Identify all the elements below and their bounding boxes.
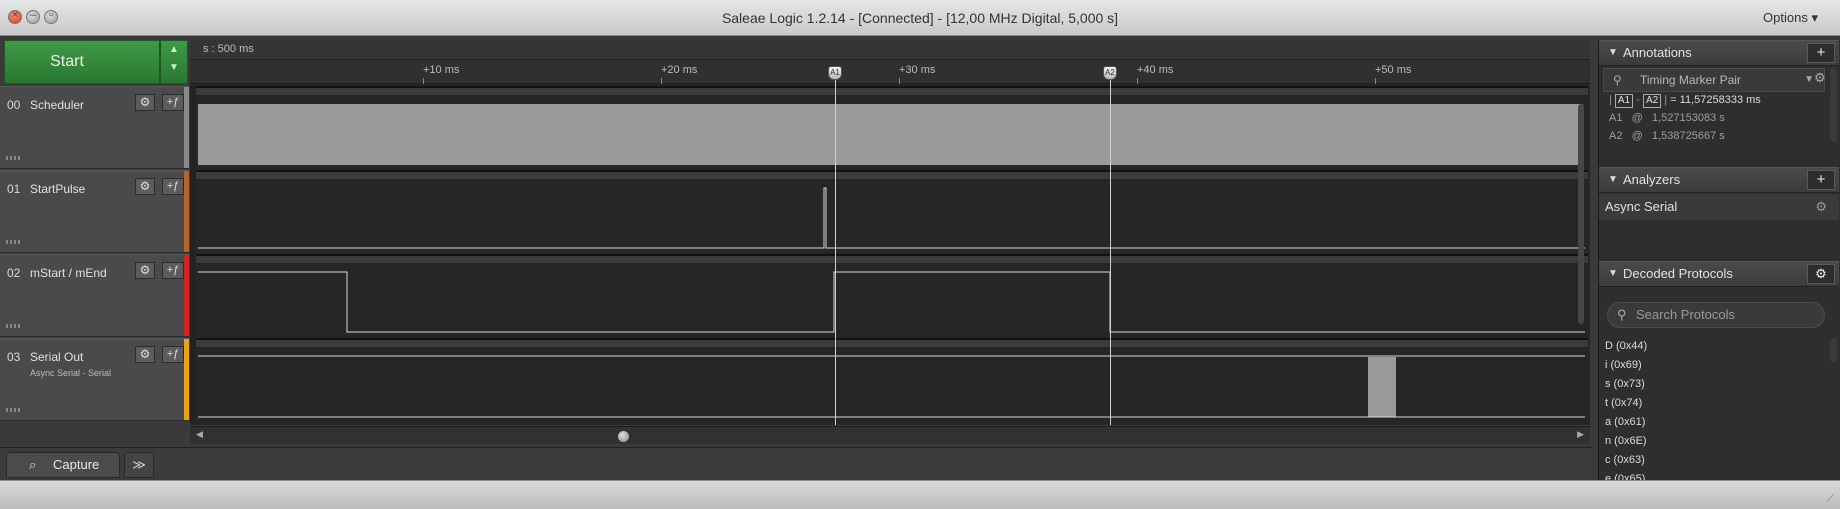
a1-value: 1,527153083 s bbox=[1651, 112, 1725, 124]
serial-data-burst bbox=[1368, 357, 1396, 417]
a2-at: @ bbox=[1631, 130, 1643, 142]
resize-grip-icon[interactable]: ⟋ bbox=[1826, 493, 1834, 506]
marker-a1[interactable]: A1 bbox=[828, 66, 842, 80]
analyzer-item[interactable]: Async Serial ⚙ bbox=[1599, 194, 1839, 220]
list-item[interactable]: n (0x6E) bbox=[1599, 432, 1829, 451]
scroll-thumb[interactable] bbox=[617, 430, 630, 443]
analyzers-header[interactable]: ▼ Analyzers + bbox=[1599, 167, 1839, 193]
list-item[interactable]: D (0x44) bbox=[1599, 337, 1829, 356]
a2-label: A2 bbox=[1609, 130, 1623, 142]
add-annotation-button[interactable]: + bbox=[1807, 43, 1835, 63]
scheduler-signal bbox=[198, 104, 1583, 165]
list-item[interactable]: c (0x63) bbox=[1599, 451, 1829, 470]
decoded-protocols-header[interactable]: ▼ Decoded Protocols ⚙ bbox=[1599, 261, 1839, 287]
search-protocols-input[interactable]: ⚲ Search Protocols bbox=[1607, 302, 1825, 328]
a2-time: A2 @ 1,538725667 s bbox=[1599, 130, 1839, 142]
list-item[interactable]: t (0x74) bbox=[1599, 394, 1829, 413]
protocols-scrollbar[interactable] bbox=[1830, 338, 1837, 362]
capture-search-icon: ⌕ bbox=[29, 457, 37, 472]
marker-a1-line[interactable] bbox=[835, 80, 836, 425]
delta-value: = 11,57258333 ms bbox=[1670, 94, 1761, 106]
analyzer-gear-icon[interactable]: ⚙ bbox=[1815, 194, 1827, 220]
annotations-scrollbar[interactable] bbox=[1830, 68, 1837, 142]
marker-a2-line[interactable] bbox=[1110, 80, 1111, 425]
decoded-protocols-title: Decoded Protocols bbox=[1623, 266, 1733, 281]
list-item[interactable]: e (0x65) bbox=[1599, 470, 1829, 480]
search-placeholder: Search Protocols bbox=[1636, 307, 1735, 322]
a2-value: 1,538725667 s bbox=[1651, 130, 1725, 142]
annotations-title: Annotations bbox=[1623, 45, 1692, 60]
delta-label-a: A1 bbox=[1614, 94, 1634, 108]
mstart-mend-signal bbox=[198, 271, 1585, 333]
horizontal-scrollbar[interactable]: ◀ ▶ bbox=[190, 426, 1590, 444]
a1-label: A1 bbox=[1609, 112, 1623, 124]
list-item[interactable]: i (0x69) bbox=[1599, 356, 1829, 375]
search-icon: ⚲ bbox=[1617, 307, 1627, 322]
list-item[interactable]: a (0x61) bbox=[1599, 413, 1829, 432]
analyzers-title: Analyzers bbox=[1623, 172, 1681, 187]
a1-at: @ bbox=[1631, 112, 1643, 124]
capture-tab-label: Capture bbox=[53, 457, 100, 472]
delta-measurement: | A1 - A2 | = 11,57258333 ms bbox=[1609, 94, 1761, 108]
add-analyzer-button[interactable]: + bbox=[1807, 170, 1835, 190]
startpulse-signal bbox=[198, 187, 1585, 249]
status-bar: ⟋ bbox=[0, 480, 1840, 509]
marker-pair-label: Timing Marker Pair bbox=[1640, 73, 1741, 87]
decoded-settings-gear-icon[interactable]: ⚙ bbox=[1807, 264, 1835, 284]
pin-icon: ⚲ bbox=[1613, 73, 1622, 87]
analyzer-name: Async Serial bbox=[1605, 199, 1678, 214]
a1-time: A1 @ 1,527153083 s bbox=[1599, 112, 1839, 124]
collapse-triangle-icon[interactable]: ▼ bbox=[1608, 41, 1618, 65]
marker-pair-gear-icon[interactable]: ⚙ bbox=[1814, 70, 1826, 86]
list-item[interactable]: s (0x73) bbox=[1599, 375, 1829, 394]
decoded-protocols-list: D (0x44) i (0x69) s (0x73) t (0x74) a (0… bbox=[1599, 337, 1829, 480]
collapse-triangle-icon[interactable]: ▼ bbox=[1608, 168, 1618, 192]
right-panel: ▼ Annotations + ⚲ Timing Marker Pair ▼ ⚙… bbox=[1598, 40, 1840, 480]
scroll-right-icon[interactable]: ▶ bbox=[1577, 429, 1584, 440]
more-tabs-button[interactable]: ≫ bbox=[124, 452, 154, 478]
collapse-triangle-icon[interactable]: ▼ bbox=[1608, 262, 1618, 286]
timing-marker-pair-row[interactable]: ⚲ Timing Marker Pair ▼ bbox=[1603, 68, 1825, 92]
tab-capture[interactable]: ⌕ Capture bbox=[6, 452, 120, 478]
scroll-left-icon[interactable]: ◀ bbox=[196, 429, 203, 440]
delta-label-b: A2 bbox=[1642, 94, 1662, 108]
bottom-tab-bar: ⌕ Capture ≫ bbox=[0, 447, 1592, 479]
dropdown-arrow-icon[interactable]: ▼ bbox=[1804, 69, 1814, 91]
marker-a2[interactable]: A2 bbox=[1103, 66, 1117, 80]
annotations-header[interactable]: ▼ Annotations + bbox=[1599, 40, 1839, 66]
